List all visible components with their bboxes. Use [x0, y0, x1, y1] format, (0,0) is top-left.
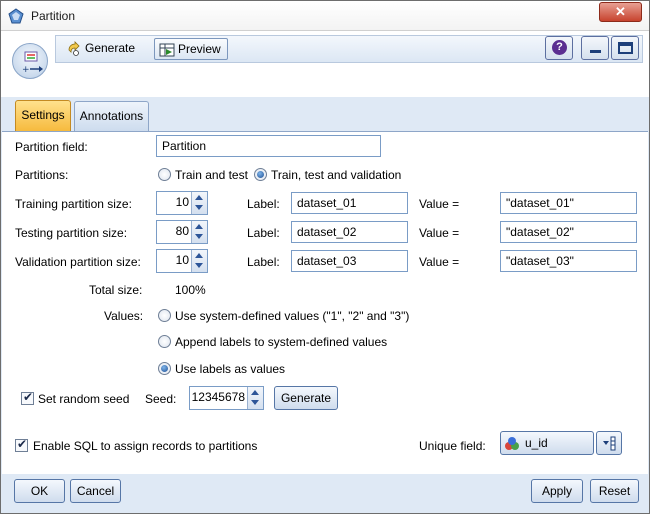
validation-size-label: Validation partition size: — [15, 255, 141, 269]
help-icon: ? — [552, 40, 567, 55]
testing-size-stepper[interactable]: 80 — [156, 220, 208, 244]
testing-value-caption: Value = — [419, 226, 460, 240]
maximize-icon — [618, 42, 633, 54]
seed-stepper[interactable]: 12345678 — [189, 386, 264, 410]
field-picker-icon — [603, 436, 616, 451]
minimize-icon — [590, 50, 601, 53]
train-and-test-label[interactable]: Train and test — [175, 168, 248, 182]
spin-up-icon[interactable] — [195, 224, 203, 229]
total-size-value: 100% — [175, 283, 206, 297]
generate-icon — [68, 40, 80, 56]
spin-up-icon[interactable] — [195, 253, 203, 258]
values-label: Values: — [104, 309, 144, 323]
random-seed-checkbox[interactable] — [21, 390, 34, 405]
preview-button[interactable]: Preview — [154, 38, 228, 60]
spin-up-icon[interactable] — [195, 195, 203, 200]
append-labels-label[interactable]: Append labels to system-defined values — [175, 335, 387, 349]
validation-value-caption: Value = — [419, 255, 460, 269]
use-labels-label[interactable]: Use labels as values — [175, 362, 285, 376]
enable-sql-label[interactable]: Enable SQL to assign records to partitio… — [33, 439, 257, 453]
unique-field-value: u_id — [525, 436, 548, 450]
testing-label-caption: Label: — [247, 226, 280, 240]
tab-settings[interactable]: Settings — [15, 100, 71, 132]
generate-seed-button[interactable]: Generate — [274, 386, 338, 410]
generate-menu-label: Generate — [85, 41, 136, 55]
validation-size-stepper[interactable]: 10 — [156, 249, 208, 273]
unique-field-select[interactable]: u_id — [500, 431, 594, 455]
partition-field-label: Partition field: — [15, 140, 88, 154]
app-icon — [8, 8, 24, 24]
reset-button[interactable]: Reset — [590, 479, 639, 503]
testing-label-input[interactable]: dataset_02 — [291, 221, 408, 243]
training-size-label: Training partition size: — [15, 197, 132, 211]
train-test-validation-label[interactable]: Train, test and validation — [271, 168, 401, 182]
apply-button[interactable]: Apply — [531, 479, 583, 503]
training-size-arrows[interactable] — [191, 192, 207, 214]
title-bar: Partition ✕ — [1, 1, 649, 31]
field-type-icon — [505, 437, 519, 450]
training-value-caption: Value = — [419, 197, 460, 211]
system-values-radio[interactable] — [158, 309, 171, 322]
spin-down-icon[interactable] — [195, 205, 203, 210]
svg-text:+: + — [22, 65, 30, 75]
testing-size-value: 80 — [175, 224, 189, 238]
generate-menu-button[interactable]: Generate — [62, 38, 139, 60]
total-size-label: Total size: — [89, 283, 143, 297]
partition-node-icon: + — [12, 43, 48, 79]
help-button[interactable]: ? — [545, 36, 573, 60]
spin-up-icon[interactable] — [251, 390, 259, 395]
training-size-value: 10 — [175, 195, 189, 209]
enable-sql-checkbox[interactable] — [15, 437, 28, 452]
field-picker-button[interactable] — [596, 431, 622, 455]
train-test-validation-radio[interactable] — [254, 168, 267, 181]
tab-annotations[interactable]: Annotations — [74, 101, 149, 131]
preview-label: Preview — [178, 42, 221, 56]
testing-size-label: Testing partition size: — [15, 226, 128, 240]
spin-down-icon[interactable] — [195, 263, 203, 268]
partition-field-input[interactable]: Partition — [156, 135, 381, 157]
maximize-button[interactable] — [611, 36, 639, 60]
seed-label: Seed: — [145, 392, 177, 406]
close-button[interactable]: ✕ — [599, 2, 642, 22]
use-labels-radio[interactable] — [158, 362, 171, 375]
testing-value-field[interactable]: "dataset_02" — [500, 221, 637, 243]
ok-button[interactable]: OK — [14, 479, 65, 503]
testing-size-arrows[interactable] — [191, 221, 207, 243]
random-seed-label[interactable]: Set random seed — [38, 392, 129, 406]
seed-value: 12345678 — [191, 390, 245, 404]
preview-icon — [159, 43, 175, 57]
validation-size-value: 10 — [175, 253, 189, 267]
unique-field-label: Unique field: — [419, 439, 486, 453]
append-labels-radio[interactable] — [158, 335, 171, 348]
window-title: Partition — [31, 9, 76, 23]
partition-dialog: Partition ✕ + Generate Preview ? Setting… — [0, 0, 650, 514]
spin-down-icon[interactable] — [195, 234, 203, 239]
validation-value-field[interactable]: "dataset_03" — [500, 250, 637, 272]
training-value-field[interactable]: "dataset_01" — [500, 192, 637, 214]
training-size-stepper[interactable]: 10 — [156, 191, 208, 215]
spin-down-icon[interactable] — [251, 400, 259, 405]
training-label-caption: Label: — [247, 197, 280, 211]
validation-label-input[interactable]: dataset_03 — [291, 250, 408, 272]
partitions-label: Partitions: — [15, 168, 69, 182]
validation-label-caption: Label: — [247, 255, 280, 269]
train-and-test-radio[interactable] — [158, 168, 171, 181]
settings-panel — [2, 131, 648, 474]
system-values-label[interactable]: Use system-defined values ("1", "2" and … — [175, 309, 409, 323]
training-label-input[interactable]: dataset_01 — [291, 192, 408, 214]
seed-arrows[interactable] — [247, 387, 263, 409]
validation-size-arrows[interactable] — [191, 250, 207, 272]
cancel-button[interactable]: Cancel — [70, 479, 121, 503]
minimize-button[interactable] — [581, 36, 609, 60]
